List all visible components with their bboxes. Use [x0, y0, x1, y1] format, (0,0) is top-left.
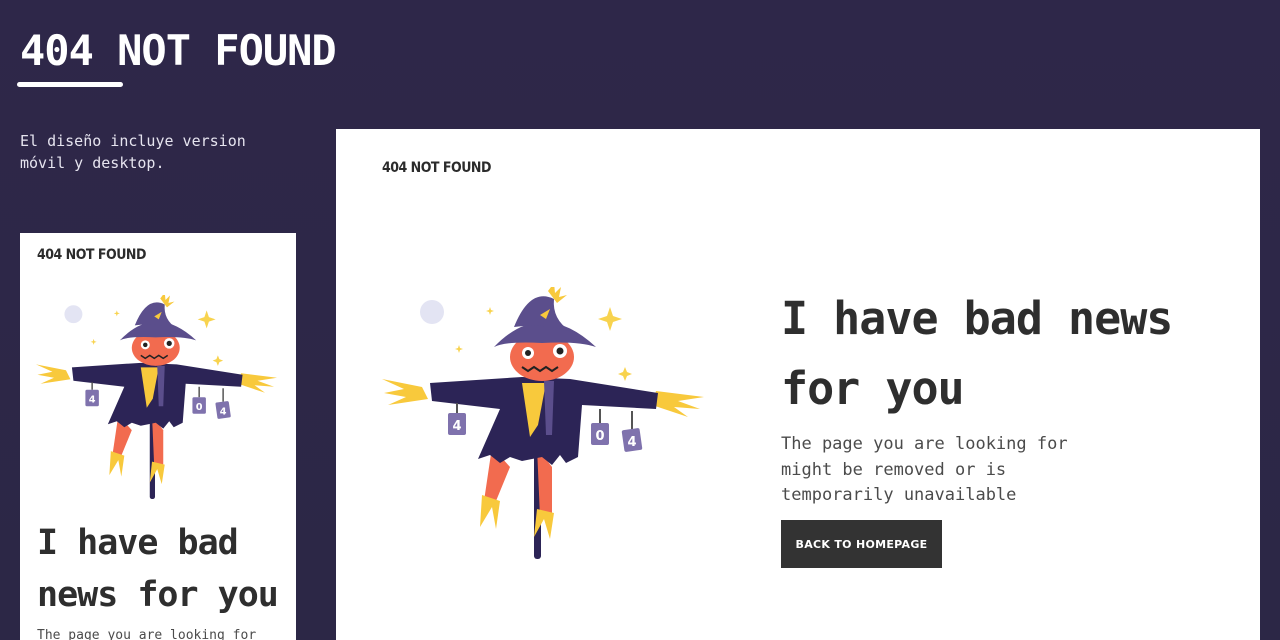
page-title: 404 NOT FOUND — [20, 26, 337, 75]
desktop-logo: 404 NOT FOUND — [382, 160, 491, 176]
scarecrow-icon: 4 0 4 — [382, 283, 704, 559]
mobile-logo: 404 NOT FOUND — [37, 247, 146, 263]
mobile-scarecrow-illustration: 4 0 4 — [36, 292, 280, 501]
mobile-preview-card: 404 NOT FOUND 4 0 4 I have bad news for … — [20, 233, 296, 640]
svg-text:0: 0 — [196, 402, 203, 413]
svg-text:4: 4 — [627, 435, 636, 450]
desktop-description: The page you are looking for might be re… — [781, 434, 1068, 505]
svg-text:4: 4 — [89, 394, 96, 405]
svg-text:0: 0 — [595, 429, 604, 444]
desktop-preview-card: 404 NOT FOUND 4 0 4 I have bad news for … — [336, 129, 1260, 640]
back-to-homepage-button[interactable]: BACK TO HOMEPAGE — [781, 520, 942, 568]
intro-description: El diseño incluye version móvil y deskto… — [20, 132, 246, 172]
mobile-heading: I have bad news for you — [37, 523, 279, 615]
desktop-scarecrow-illustration: 4 0 4 — [382, 283, 708, 561]
page: 404 NOT FOUND El diseño incluye version … — [0, 0, 1280, 640]
title-underline — [17, 82, 123, 87]
desktop-heading: I have bad news for you — [781, 292, 1173, 415]
svg-text:4: 4 — [452, 419, 461, 434]
scarecrow-icon: 4 0 4 — [36, 292, 278, 500]
svg-text:4: 4 — [220, 406, 227, 417]
mobile-description: The page you are looking for — [37, 628, 257, 640]
